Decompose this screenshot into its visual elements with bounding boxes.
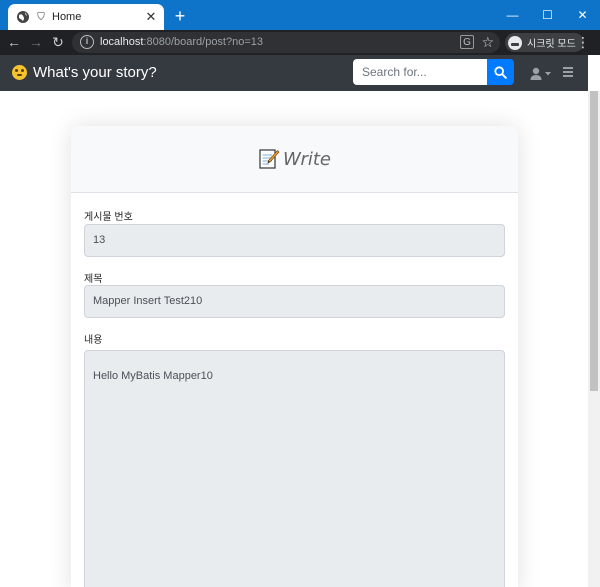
shield-icon: ⛉ [37, 11, 45, 23]
address-url[interactable]: localhost:8080/board/post?no=13 [100, 35, 263, 50]
search-button[interactable] [487, 59, 514, 85]
reload-icon[interactable]: ↻ [50, 34, 66, 50]
content-textarea[interactable]: Hello MyBatis Mapper10 [84, 350, 505, 587]
title-field[interactable]: Mapper Insert Test210 [84, 285, 505, 318]
incognito-label: 시크릿 모드 [527, 39, 576, 50]
url-path: :8080/board/post?no=13 [143, 36, 263, 48]
card-title: Write [282, 148, 331, 170]
app-navbar: What's your story? [0, 55, 588, 91]
close-window-button[interactable]: ✕ [565, 0, 600, 30]
incognito-icon [508, 35, 522, 50]
user-icon[interactable] [530, 67, 552, 81]
tab-close-icon[interactable]: ✕ [142, 10, 160, 24]
incognito-badge[interactable]: 시크릿 모드 [505, 33, 584, 52]
browser-tab[interactable]: ⛉ Home ✕ [8, 4, 164, 30]
minimize-button[interactable]: — [495, 0, 530, 30]
card-header: Write [71, 126, 518, 193]
new-tab-button[interactable]: + [170, 6, 190, 26]
brand-title[interactable]: What's your story? [33, 63, 157, 83]
info-icon[interactable]: i [80, 35, 94, 49]
search-icon [494, 65, 507, 79]
browser-menu-icon[interactable]: ⋮ [576, 34, 590, 50]
address-bar[interactable]: i localhost:8080/board/post?no=13 G ☆ [72, 32, 500, 53]
translate-icon[interactable]: G [460, 35, 474, 49]
browser-titlebar: ⛉ Home ✕ + — ☐ ✕ [0, 0, 600, 30]
back-arrow-icon[interactable]: ← [6, 34, 22, 50]
page-content: Write 게시물 번호 13 제목 Mapper Insert Test210… [0, 91, 588, 587]
content-label: 내용 [84, 335, 103, 346]
forward-arrow-icon[interactable]: → [28, 34, 44, 50]
bookmark-star-icon[interactable]: ☆ [481, 33, 494, 51]
globe-icon [17, 11, 29, 23]
browser-toolbar: ← → ↻ i localhost:8080/board/post?no=13 … [0, 30, 600, 55]
memo-icon [259, 149, 280, 169]
smiley-icon [12, 65, 27, 80]
post-number-label: 게시물 번호 [84, 212, 133, 223]
maximize-button[interactable]: ☐ [530, 0, 565, 30]
window-controls: — ☐ ✕ [495, 0, 600, 30]
hamburger-icon[interactable] [563, 67, 573, 77]
url-host: localhost [100, 36, 144, 48]
title-label: 제목 [84, 274, 103, 285]
tab-title: Home [52, 11, 82, 23]
post-number-field[interactable]: 13 [84, 224, 505, 257]
write-card: Write 게시물 번호 13 제목 Mapper Insert Test210… [71, 126, 518, 587]
scrollbar-thumb[interactable] [590, 91, 598, 391]
page-scrollbar[interactable] [588, 91, 600, 587]
search-input[interactable] [353, 59, 487, 85]
